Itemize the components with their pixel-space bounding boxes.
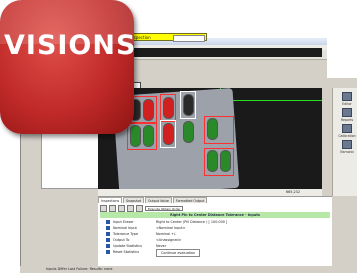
calibration-button[interactable]: Calibration — [337, 124, 357, 138]
visionscape-logo: VISIONS — [0, 0, 134, 134]
up-button[interactable] — [118, 204, 125, 212]
reset-icon — [106, 250, 110, 254]
reports-icon — [342, 108, 352, 117]
status-bar: Inputs Differ Last Failure: Results: non… — [20, 266, 357, 273]
inspection-selector[interactable]: Inspection — [127, 33, 207, 42]
input-icon — [106, 220, 110, 224]
property-header: Right Pin to Center Distance Tolerance -… — [100, 212, 330, 218]
property-key: Reset Statistics — [113, 250, 140, 254]
pill — [183, 121, 194, 143]
image-status-line: 665,232 — [98, 189, 322, 196]
white-corner — [327, 38, 357, 78]
vismonic-icon — [342, 140, 352, 149]
roi-box[interactable] — [204, 148, 234, 176]
vismonic-label: Vismonic — [339, 150, 355, 154]
property-toolbar: Execute Obtain Order — [100, 204, 183, 212]
editor-icon — [342, 92, 352, 101]
input-icon — [106, 226, 110, 230]
vismonic-button[interactable]: Vismonic — [337, 140, 357, 154]
calibration-icon — [342, 124, 352, 133]
property-row[interactable]: Reset Statistics Continue evaluation — [106, 249, 326, 257]
coordinate-readout: 665,232 — [285, 190, 300, 194]
editor-button[interactable]: Editor — [337, 92, 357, 106]
inspection-dropdown[interactable] — [173, 35, 205, 42]
roi-box[interactable] — [160, 120, 176, 148]
tab-inspections[interactable]: Inspections — [98, 197, 123, 203]
tab-formatted-output[interactable]: Formatted Output — [172, 197, 208, 203]
down-button[interactable] — [127, 204, 134, 212]
tab-output-value[interactable]: Output Value — [145, 197, 172, 203]
add-button[interactable] — [100, 204, 107, 212]
roi-box[interactable] — [160, 94, 176, 122]
roi-box[interactable] — [204, 116, 234, 144]
editor-label: Editor — [342, 102, 352, 106]
tab-snapshot[interactable]: Snapshot — [123, 197, 145, 203]
property-value[interactable]: Continue evaluation — [156, 249, 201, 257]
delete-button[interactable] — [109, 204, 116, 212]
order-select[interactable]: Execute Obtain Order — [145, 205, 183, 211]
calibration-label: Calibration — [338, 134, 356, 138]
property-panel: Inspections Snapshot Output Value Format… — [98, 196, 332, 267]
right-tool-panel: Editor Reports Calibration Vismonic — [332, 88, 357, 196]
reports-label: Reports — [340, 118, 354, 122]
output-icon — [106, 238, 110, 242]
roi-box[interactable] — [127, 122, 157, 150]
reports-button[interactable]: Reports — [337, 108, 357, 122]
logo-text: VISIONS — [4, 30, 134, 61]
roi-box[interactable] — [180, 91, 196, 119]
statistics-icon — [106, 244, 110, 248]
reset-statistics-button[interactable]: Continue evaluation — [156, 249, 201, 257]
run-button[interactable] — [136, 204, 143, 212]
tolerance-icon — [106, 232, 110, 236]
property-tabs: Inspections Snapshot Output Value Format… — [98, 197, 208, 203]
